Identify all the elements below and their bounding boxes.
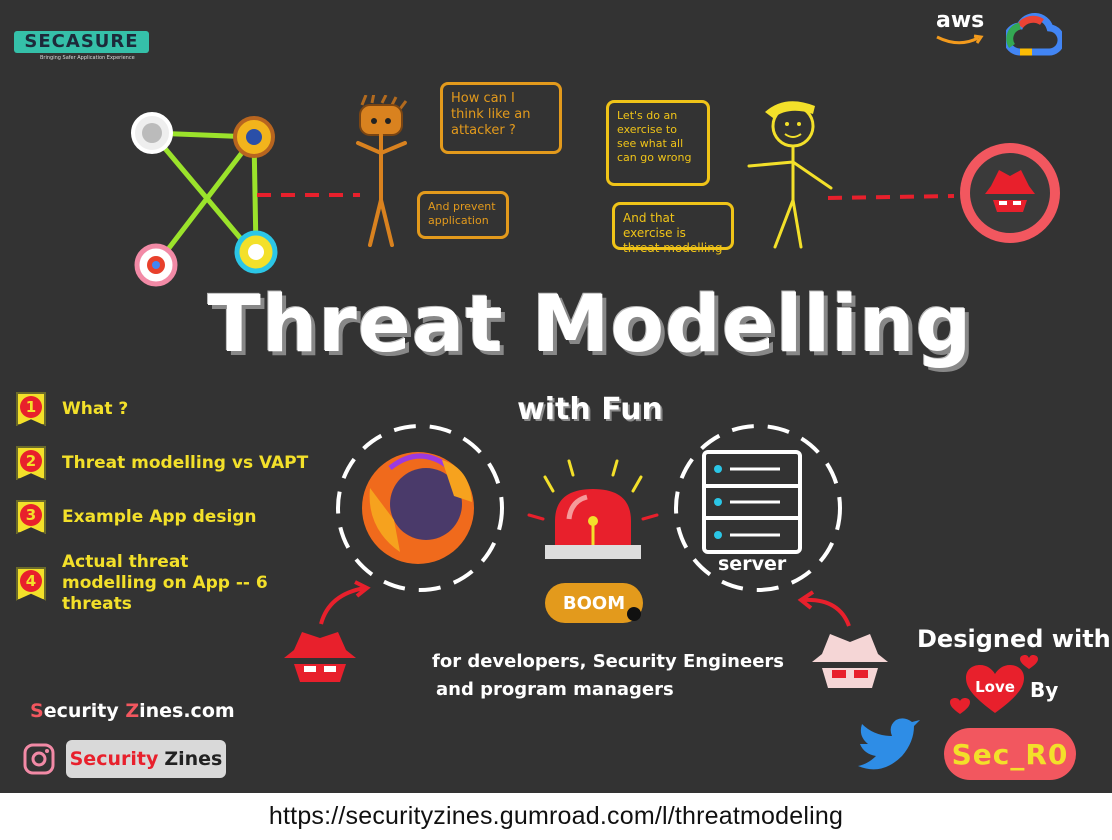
instagram-handle: Security Zines <box>66 740 226 778</box>
toc-item-1: 1 What ? <box>16 392 128 426</box>
toc-badge: 2 <box>16 446 46 480</box>
toc-badge: 3 <box>16 500 46 534</box>
attack-arrow-right-icon <box>797 590 851 627</box>
toc-item-3: 3 Example App design <box>16 500 257 534</box>
footer: https://securityzines.gumroad.com/l/thre… <box>0 793 1112 840</box>
aws-logo: aws <box>936 8 985 33</box>
server-label: server <box>718 553 787 575</box>
toc-item-2: 2 Threat modelling vs VAPT <box>16 446 308 480</box>
twitter-bird-icon <box>858 718 920 770</box>
toc-item-4: 4 Actual threat modelling on App -- 6 th… <box>16 552 282 615</box>
designed-with-text: Designed with <box>917 625 1111 653</box>
by-text: By <box>1030 678 1059 702</box>
network-diagram <box>131 112 360 287</box>
bomb-icon <box>627 607 641 621</box>
red-dashed-connector <box>827 194 955 200</box>
toc-badge: 4 <box>16 566 46 601</box>
red-hacker-icon <box>284 632 356 682</box>
aws-smile-icon <box>936 34 984 45</box>
securityzines-site: Security Zines.com <box>30 700 235 722</box>
attack-arrow-left-icon <box>319 580 371 625</box>
author-badge: Sec_R0 <box>944 728 1076 780</box>
zine-page: SECASURE Bringing Safer Application Expe… <box>0 0 1112 840</box>
small-heart-icon-2 <box>1020 655 1038 669</box>
love-heart: Love <box>966 665 1024 715</box>
firefox-browser-icon <box>336 424 504 592</box>
subtitle: with Fun <box>517 392 663 427</box>
exercise-bubble: Let's do an exercise to see what all can… <box>606 100 710 186</box>
audience-text: for developers, Security Engineers and p… <box>432 651 784 700</box>
footer-url-link[interactable]: https://securityzines.gumroad.com/l/thre… <box>269 802 843 831</box>
secasure-tagline: Bringing Safer Application Experience <box>40 55 135 61</box>
toc-badge: 1 <box>16 392 46 426</box>
exercise-is-bubble: And that exercise is threat modelling <box>612 202 734 255</box>
attacker-question-bubble: How can I think like an attacker ? <box>440 82 562 154</box>
groot-figure-icon <box>356 95 408 247</box>
zine-canvas: SECASURE Bringing Safer Application Expe… <box>0 0 1112 793</box>
small-heart-icon <box>950 698 970 714</box>
prevent-bubble: And prevent application <box>417 191 509 239</box>
stick-person-icon <box>747 101 833 249</box>
google-cloud-icon <box>1006 13 1062 56</box>
secasure-logo: SECASURE <box>14 31 149 53</box>
hacker-circle-icon <box>960 143 1060 243</box>
white-hacker-icon <box>812 634 888 688</box>
main-title: Threat Modelling <box>207 280 973 370</box>
alarm-siren-icon <box>527 459 659 559</box>
instagram-icon <box>23 743 55 775</box>
